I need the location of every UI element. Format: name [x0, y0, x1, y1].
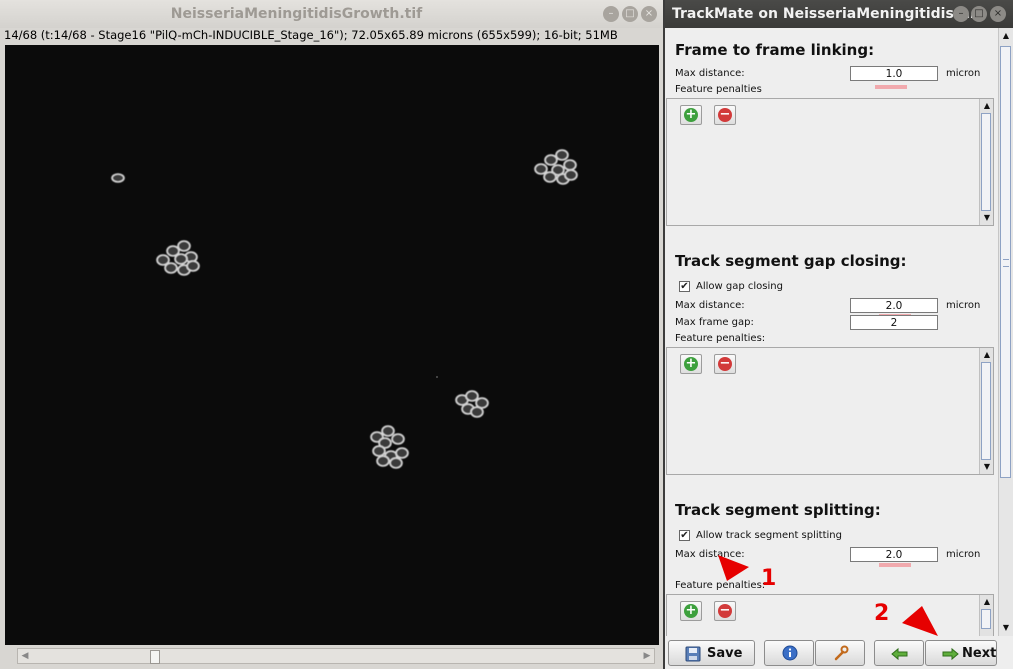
annotation-number-2: 2: [874, 601, 890, 626]
annotation-arrow-2: [902, 606, 938, 636]
annotation-arrow-1: [718, 555, 749, 581]
annotation-overlay: [718, 555, 938, 636]
annotation-number-1: 1: [761, 566, 777, 591]
